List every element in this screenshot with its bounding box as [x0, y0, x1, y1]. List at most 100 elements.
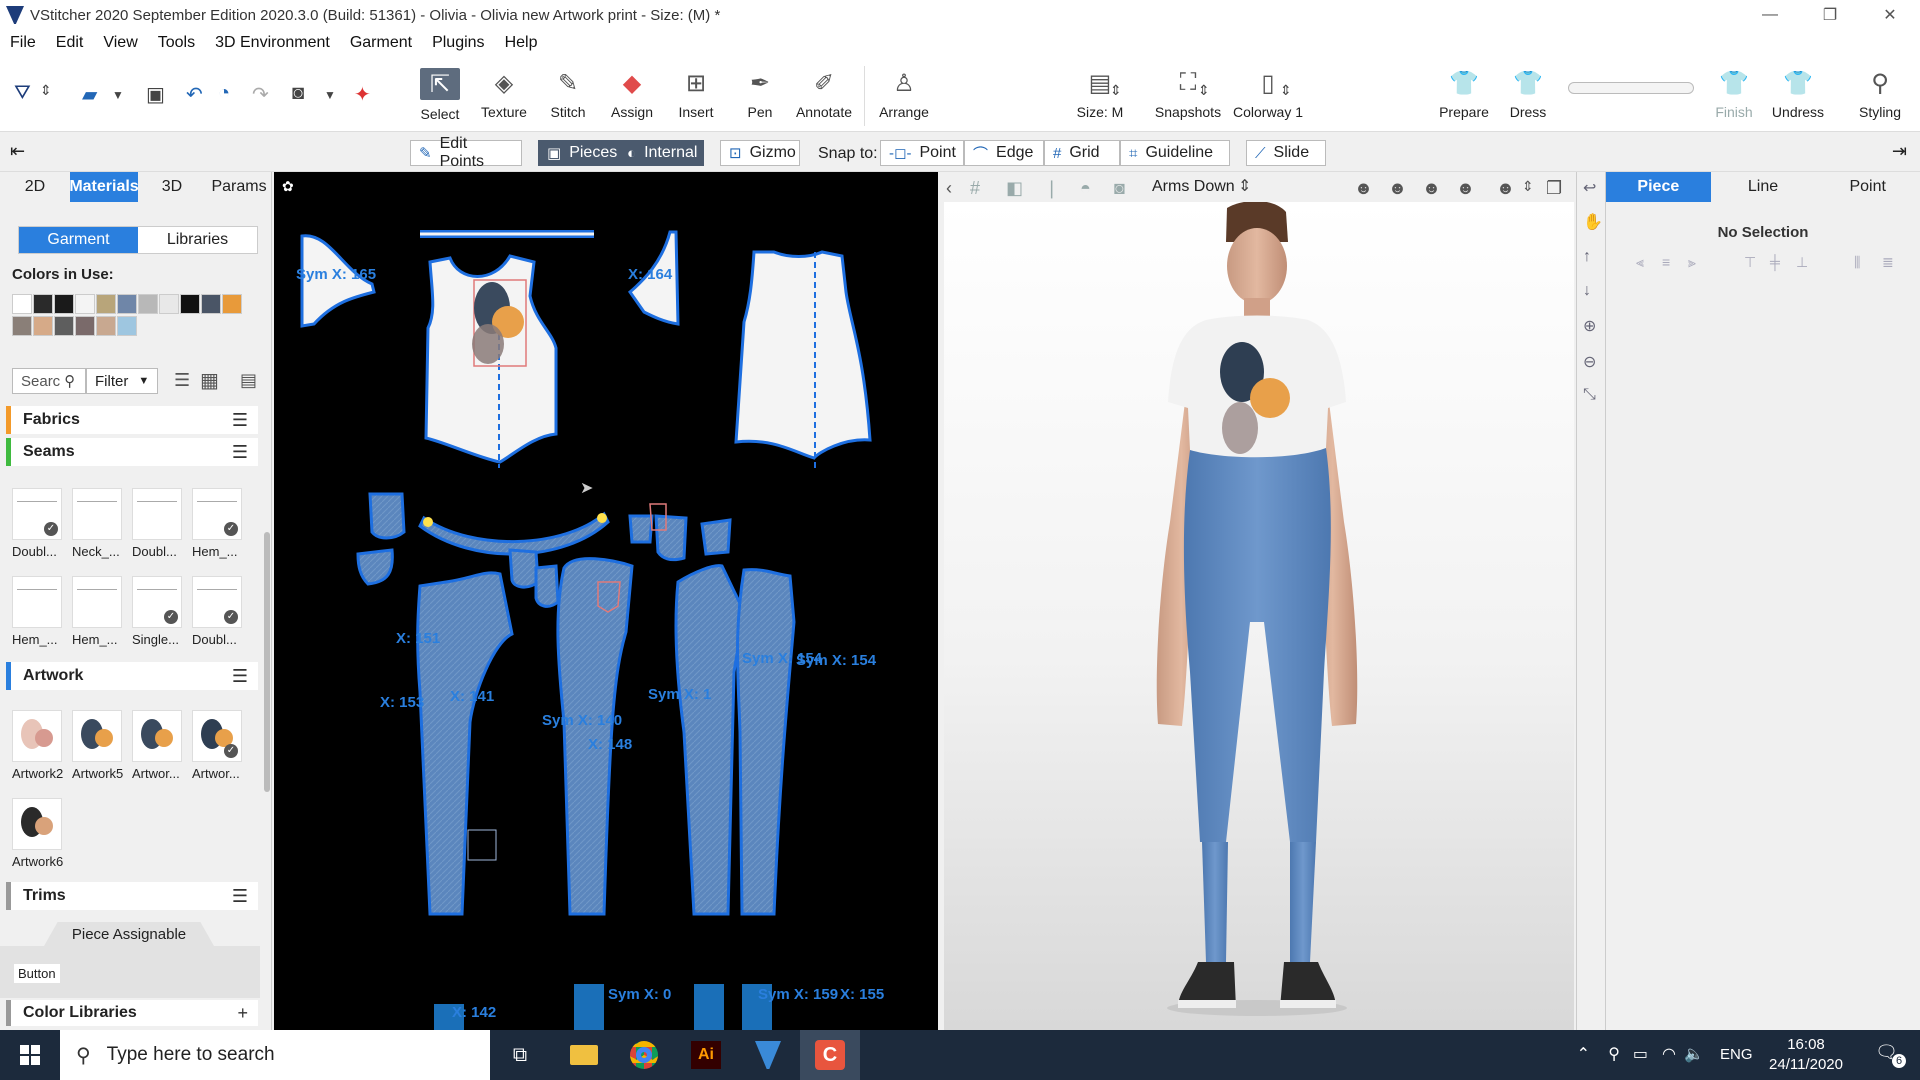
clock-time[interactable]: 16:08 — [1766, 1036, 1846, 1053]
chevron-down-icon[interactable]: ▼ — [112, 88, 124, 102]
selected-point[interactable] — [597, 513, 607, 523]
app-menu-icon[interactable]: ⛛ — [14, 82, 31, 105]
front-pocket-piece[interactable] — [534, 564, 560, 608]
finish-button[interactable]: 👕 Finish — [1702, 68, 1766, 130]
grid-view-icon[interactable]: ▦ — [200, 368, 219, 393]
color-swatch[interactable] — [33, 316, 53, 336]
color-swatch[interactable] — [12, 316, 32, 336]
chrome-icon[interactable] — [614, 1030, 674, 1080]
start-button[interactable] — [0, 1030, 60, 1080]
artwork-thumbnail[interactable] — [72, 710, 122, 762]
right-leg-piece[interactable] — [736, 568, 796, 916]
arrange-tool-button[interactable]: ♙ Arrange — [872, 68, 936, 130]
menu-tools[interactable]: Tools — [148, 34, 205, 52]
menu-garment[interactable]: Garment — [340, 34, 422, 52]
avatar-profile-icon[interactable]: ☻ — [1422, 178, 1441, 199]
wifi-icon[interactable]: ◠ — [1662, 1044, 1676, 1064]
hem-piece[interactable] — [694, 984, 724, 1030]
tab-piece[interactable]: Piece — [1606, 172, 1711, 202]
section-menu-icon[interactable]: ☰ — [232, 666, 248, 687]
illustrator-icon[interactable]: Ai — [676, 1030, 736, 1080]
section-menu-icon[interactable]: ☰ — [232, 886, 248, 907]
distribute-v-icon[interactable]: ≣ — [1882, 254, 1894, 271]
pose-updown-icon[interactable]: ⇕ — [1238, 176, 1251, 196]
camera-icon[interactable]: ◙ — [1114, 178, 1125, 199]
snap-grid-button[interactable]: # Grid — [1044, 140, 1120, 166]
collapse-left-icon[interactable]: ⇤ — [10, 141, 25, 162]
left-panel-scrollbar[interactable] — [264, 532, 270, 792]
align-left-icon[interactable]: ⫷ — [1636, 254, 1644, 271]
menu-file[interactable]: File — [0, 34, 46, 52]
restore-view-icon[interactable]: ❐ — [1546, 178, 1562, 199]
camera-icon[interactable]: ◙ — [292, 82, 304, 105]
left-leg-piece[interactable] — [674, 564, 746, 916]
tab-params[interactable]: Params — [206, 172, 272, 202]
avatar-side-icon[interactable]: ☻ — [1456, 178, 1475, 199]
battery-icon[interactable]: ▭ — [1633, 1044, 1648, 1064]
menu-plugins[interactable]: Plugins — [422, 34, 494, 52]
taskbar-search-input[interactable]: ⚲ Type here to search — [60, 1030, 490, 1080]
section-menu-icon[interactable]: ☰ — [232, 410, 248, 431]
tab-point[interactable]: Point — [1815, 172, 1920, 202]
open-folder-icon[interactable]: ▰ — [82, 82, 97, 107]
avatar-updown-icon[interactable]: ⇕ — [1522, 178, 1534, 195]
close-button[interactable]: ✕ — [1860, 0, 1920, 30]
selected-point[interactable] — [423, 517, 433, 527]
artwork-thumbnail[interactable] — [12, 798, 62, 850]
undo-icon[interactable]: ↶ — [186, 82, 203, 107]
tab-2d[interactable]: 2D — [0, 172, 70, 202]
restore-button[interactable]: ❐ — [1800, 0, 1860, 30]
search-input[interactable]: Searc ⚲ — [12, 368, 86, 394]
avatar-hair-icon[interactable]: ☻ — [1388, 178, 1407, 199]
seam-thumbnail[interactable]: ✓ — [192, 576, 242, 628]
fabrics-section[interactable]: Fabrics ☰ — [6, 406, 258, 434]
annotate-tool-button[interactable]: ✐ Annotate — [792, 68, 856, 130]
hand-icon[interactable]: ✋ — [1583, 212, 1603, 232]
texture-tool-button[interactable]: ◈ Texture — [472, 68, 536, 130]
color-swatch[interactable] — [180, 294, 200, 314]
stitch-tool-button[interactable]: ✎ Stitch — [536, 68, 600, 130]
tab-3d[interactable]: 3D — [138, 172, 206, 202]
section-menu-icon[interactable]: ☰ — [232, 442, 248, 463]
align-center-icon[interactable]: ≡ — [1662, 254, 1670, 270]
color-swatch[interactable] — [96, 316, 116, 336]
vstitcher-taskbar-icon[interactable] — [738, 1030, 798, 1080]
list-view-icon[interactable]: ☰ — [174, 370, 190, 391]
size-selector[interactable]: ▤ Size: M — [1068, 68, 1132, 130]
seams-section[interactable]: Seams ☰ — [6, 438, 258, 466]
menu-3d-environment[interactable]: 3D Environment — [205, 34, 340, 52]
tab-line[interactable]: Line — [1711, 172, 1816, 202]
gizmo-button[interactable]: ⊡ Gizmo — [720, 140, 800, 166]
select-tool-button[interactable]: ⇱ Select — [408, 68, 472, 130]
task-view-icon[interactable]: ⧉ — [490, 1030, 550, 1080]
back-yoke-piece[interactable] — [654, 514, 688, 562]
slide-button[interactable]: ⟋ Slide — [1246, 140, 1326, 166]
piece-assignable-tab[interactable]: Piece Assignable — [44, 922, 214, 946]
colorway-updown-icon[interactable]: ⇕ — [1280, 82, 1292, 99]
pin-icon[interactable]: ❘ — [1044, 178, 1059, 199]
tab-libraries[interactable]: Libraries — [138, 227, 257, 253]
shirt-back-piece[interactable] — [734, 250, 872, 460]
waistband-piece[interactable] — [418, 511, 610, 556]
color-swatch[interactable] — [54, 294, 74, 314]
seam-thumbnail[interactable]: ✓ — [192, 488, 242, 540]
styling-button[interactable]: ⚲ Styling — [1848, 68, 1912, 130]
seam-thumbnail[interactable] — [72, 576, 122, 628]
filter-dropdown[interactable]: Filter ▼ — [86, 368, 158, 394]
trims-section[interactable]: Trims ☰ — [6, 882, 258, 910]
color-swatch[interactable] — [33, 294, 53, 314]
avatar-pose-icon[interactable]: ☻ — [1496, 178, 1515, 199]
fly-piece[interactable] — [700, 518, 732, 556]
distribute-h-icon[interactable]: ⫼ — [1854, 254, 1860, 271]
minimize-button[interactable]: — — [1740, 0, 1800, 30]
dress-button[interactable]: 👕 Dress — [1496, 68, 1560, 130]
background-icon[interactable]: ◧ — [1006, 178, 1023, 199]
zoom-in-icon[interactable]: ⊕ — [1583, 316, 1596, 336]
chevron-up-icon[interactable]: ⌃ — [1577, 1044, 1590, 1064]
color-swatch[interactable] — [54, 316, 74, 336]
redo-icon[interactable]: ↷ — [252, 82, 269, 107]
details-view-icon[interactable]: ▤ — [240, 370, 257, 391]
zoom-out-icon[interactable]: ⊖ — [1583, 352, 1596, 372]
edit-points-button[interactable]: ✎ Edit Points — [410, 135, 522, 170]
menu-edit[interactable]: Edit — [46, 34, 94, 52]
